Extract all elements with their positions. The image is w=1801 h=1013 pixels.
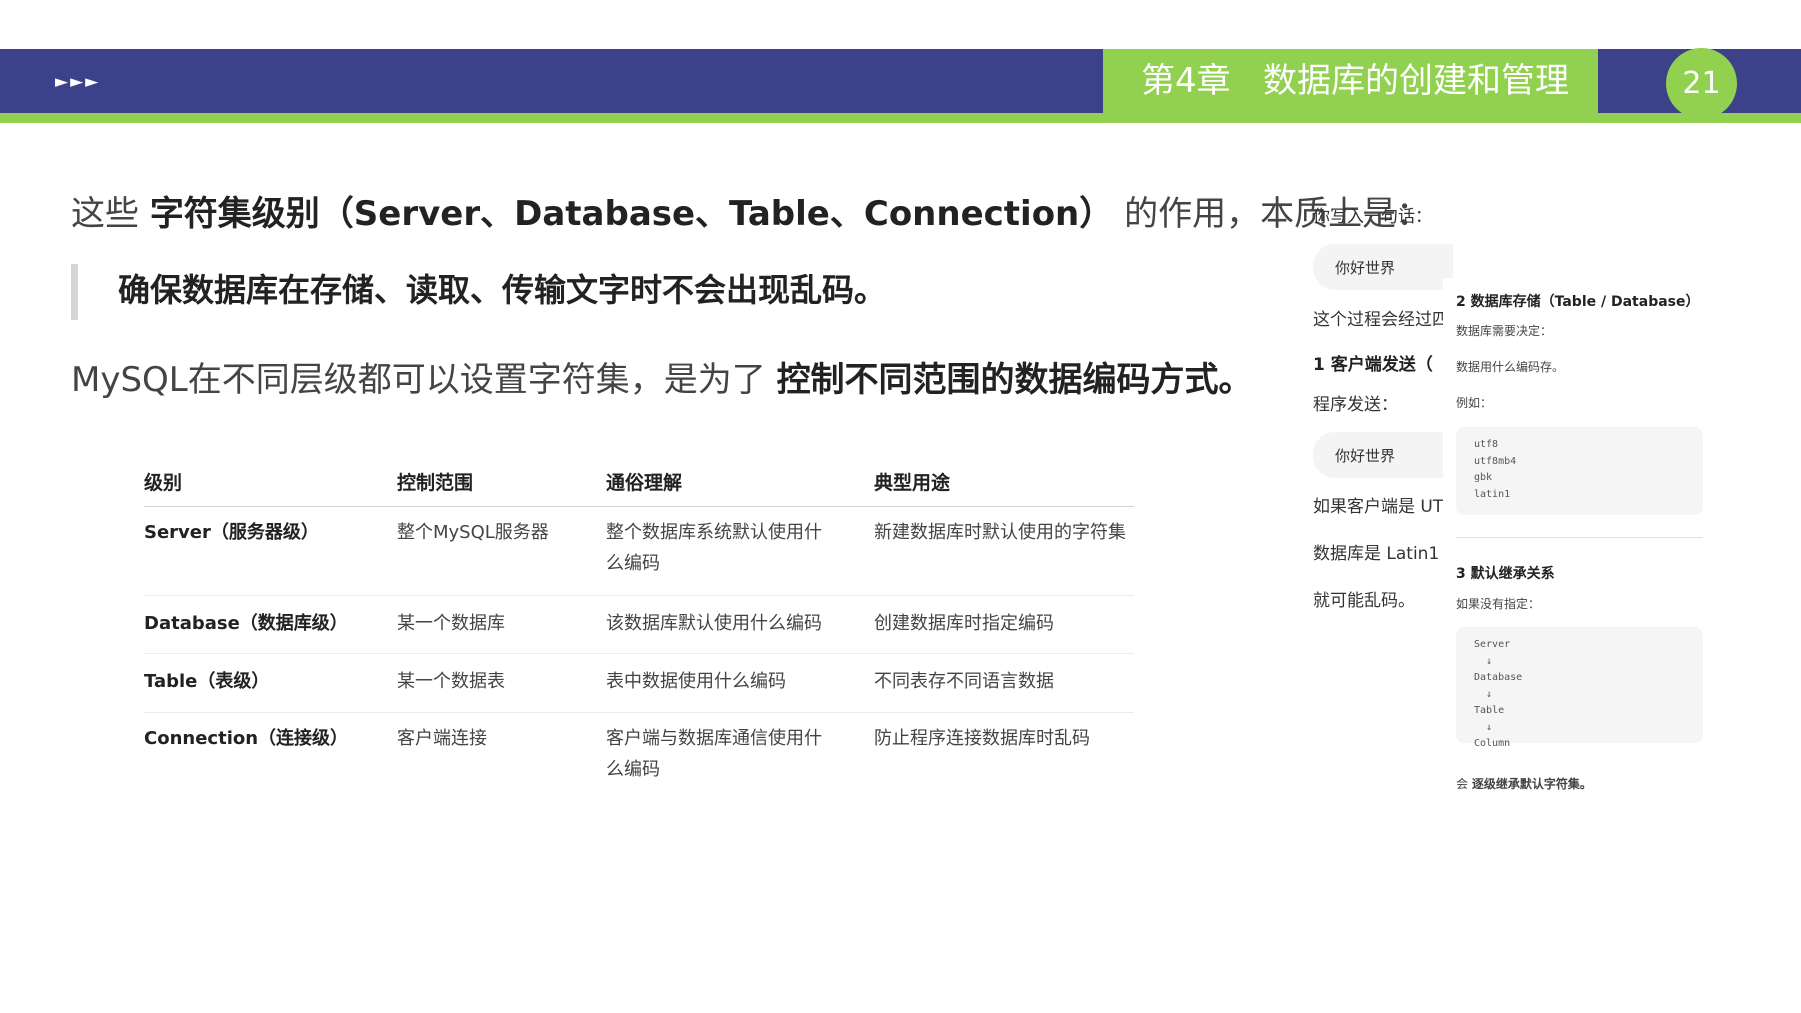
cell-level: Server（服务器级） [144, 522, 319, 543]
bubble-text: 你好世界 [1335, 447, 1396, 465]
cell-scope: 整个MySQL服务器 [397, 522, 549, 543]
chat-step-heading: 1 客户端发送（ [1313, 355, 1433, 375]
chat-snippet: 你写入一句话： 你好世界 这个过程会经过四 1 客户端发送（ 程序发送： 你好世… [1313, 190, 1453, 670]
bubble-text: 你好世界 [1335, 259, 1396, 277]
cell-meaning: 整个数据库系统默认使用什么编码 [606, 522, 822, 574]
note-bold: 逐级继承默认字符集。 [1471, 777, 1592, 791]
doc-snippet: 2 数据库存储（Table / Database） 数据库需要决定： 数据用什么… [1443, 278, 1705, 798]
cell-usage: 创建数据库时指定编码 [874, 613, 1054, 634]
key-quote: 确保数据库在存储、读取、传输文字时不会出现乱码。 [118, 271, 887, 309]
table-header-row: 级别 控制范围 通俗理解 典型用途 [144, 466, 1134, 507]
triple-arrow-icon: ►►► [55, 72, 101, 92]
code-block: Server ↓ Database ↓ Table ↓ Column [1456, 627, 1703, 749]
table-row: Table（表级） 某一个数据表 表中数据使用什么编码 不同表存不同语言数据 [144, 654, 1134, 713]
header-accent-line [0, 113, 1801, 123]
cell-meaning: 表中数据使用什么编码 [606, 671, 786, 692]
chat-line: 你写入一句话： [1313, 207, 1432, 227]
cell-usage: 不同表存不同语言数据 [874, 671, 1054, 692]
chat-line: 这个过程会经过四 [1313, 310, 1449, 330]
charset-level-table: 级别 控制范围 通俗理解 典型用途 Server（服务器级） 整个MySQL服务… [144, 466, 1134, 797]
page-number: 21 [1666, 48, 1737, 119]
chapter-title: 第4章 数据库的创建和管理 [1103, 49, 1598, 113]
para-pre: MySQL在不同层级都可以设置字符集，是为了 [71, 360, 777, 400]
chat-line: 如果客户端是 UT [1313, 497, 1444, 517]
header-scope: 控制范围 [397, 472, 474, 494]
cell-meaning: 客户端与数据库通信使用什么编码 [606, 728, 822, 780]
para-bold: 控制不同范围的数据编码方式。 [776, 360, 1253, 400]
cell-scope: 某一个数据库 [397, 613, 505, 634]
doc-heading: 2 数据库存储（Table / Database） [1456, 294, 1700, 310]
doc-text: 例如： [1456, 396, 1493, 410]
doc-text: 数据用什么编码存。 [1456, 360, 1565, 374]
cell-usage: 防止程序连接数据库时乱码 [874, 728, 1090, 749]
cell-meaning: 该数据库默认使用什么编码 [606, 613, 822, 634]
cell-usage: 新建数据库时默认使用的字符集 [874, 522, 1126, 543]
message-bubble: 你好世界 [1313, 432, 1453, 478]
cell-scope: 某一个数据表 [397, 671, 505, 692]
message-bubble: 你好世界 [1313, 244, 1453, 290]
intro-sentence: 这些 字符集级别（Server、Database、Table、Connectio… [71, 192, 1430, 236]
doc-text: 数据库需要决定： [1456, 324, 1553, 338]
header-level: 级别 [144, 472, 183, 494]
cell-level: Database（数据库级） [144, 613, 348, 634]
charset-paragraph: MySQL在不同层级都可以设置字符集，是为了 控制不同范围的数据编码方式。 [71, 358, 1253, 402]
cell-scope: 客户端连接 [397, 728, 487, 749]
header-meaning: 通俗理解 [606, 472, 683, 494]
chat-line: 就可能乱码。 [1313, 591, 1415, 611]
header-usage: 典型用途 [874, 472, 951, 494]
cell-level: Connection（连接级） [144, 728, 349, 749]
chat-line: 数据库是 Latin1 [1313, 544, 1440, 564]
doc-heading: 3 默认继承关系 [1456, 566, 1555, 582]
table-row: Server（服务器级） 整个MySQL服务器 整个数据库系统默认使用什么编码 … [144, 507, 1134, 596]
table-row: Database（数据库级） 某一个数据库 该数据库默认使用什么编码 创建数据库… [144, 596, 1134, 654]
chat-line: 程序发送： [1313, 395, 1398, 415]
doc-note: 会 逐级继承默认字符集。 [1456, 775, 1592, 792]
intro-bold: 字符集级别（Server、Database、Table、Connection） [149, 194, 1114, 234]
doc-text: 如果没有指定： [1456, 597, 1541, 611]
note-arrow: 会 [1456, 777, 1472, 791]
divider [1456, 537, 1703, 538]
quote-bar [71, 264, 78, 320]
cell-level: Table（表级） [144, 671, 270, 692]
code-block: utf8 utf8mb4 gbk latin1 [1456, 427, 1703, 515]
table-row: Connection（连接级） 客户端连接 客户端与数据库通信使用什么编码 防止… [144, 713, 1134, 797]
intro-pre: 这些 [71, 194, 150, 234]
